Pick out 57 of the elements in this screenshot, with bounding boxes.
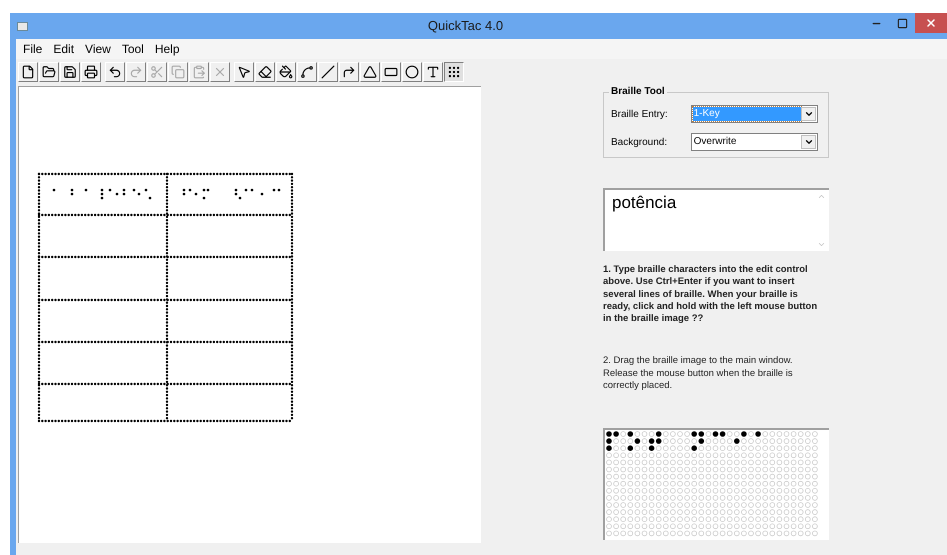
- eraser-tool-button[interactable]: [255, 62, 275, 82]
- braille-dots-icon: [447, 64, 461, 78]
- pointer-icon: [237, 64, 251, 78]
- caret-icon: [804, 109, 814, 119]
- maximize-icon: [896, 18, 908, 28]
- menu-item[interactable]: File: [18, 40, 48, 58]
- instruction-text: 2. Drag the braille image to the main window. Release the mouse button when the braille is correctly placed.: [603, 355, 794, 392]
- dropdown[interactable]: Overwrite: [690, 133, 818, 151]
- triangle-icon: [363, 64, 377, 78]
- scissors-icon: [150, 64, 164, 78]
- undo-icon: [108, 64, 122, 78]
- line-icon: [321, 64, 335, 78]
- close-button[interactable]: [915, 13, 947, 33]
- copy-icon: [171, 64, 185, 78]
- menu-item[interactable]: Help: [150, 40, 185, 58]
- print-tool-button[interactable]: [81, 62, 101, 82]
- field-label: Background:: [611, 136, 668, 150]
- letter-t-icon: [426, 64, 440, 78]
- menu-item[interactable]: Tool: [116, 40, 149, 58]
- redo-icon: [129, 64, 143, 78]
- circle-icon: [405, 64, 419, 78]
- curve-icon: [300, 64, 314, 78]
- instruction-text: 1. Type braille characters into the edit control above. Use Ctrl+Enter if you want to insert several lines of braille. When your braille is ready, click and hold with the left mouse button in the braille image ??: [603, 264, 818, 326]
- triangle-tool-button[interactable]: [360, 62, 380, 82]
- braille-tool-button[interactable]: [444, 62, 464, 82]
- arc-tool-button[interactable]: [339, 62, 359, 82]
- folder-icon: [42, 64, 56, 78]
- select-tool-button[interactable]: [234, 62, 254, 82]
- open-tool-button[interactable]: [39, 62, 59, 82]
- dropdown-arrow-button[interactable]: [801, 107, 816, 121]
- undo-tool-button[interactable]: [105, 62, 125, 82]
- new-file-tool-button[interactable]: [18, 62, 38, 82]
- text-tool-button[interactable]: [423, 62, 443, 82]
- eraser-icon: [258, 64, 272, 78]
- page-icon: [21, 64, 35, 78]
- dropdown-arrow-button[interactable]: [801, 135, 816, 149]
- menu-item[interactable]: View: [80, 40, 116, 58]
- clipboard-icon: [192, 64, 206, 78]
- caret-icon: [804, 137, 814, 147]
- menu-item[interactable]: Edit: [48, 40, 80, 58]
- app-icon: [17, 22, 28, 30]
- printer-icon: [84, 64, 98, 78]
- fill-tool-button[interactable]: [276, 62, 296, 82]
- edit-box-text: potência: [611, 192, 678, 214]
- paint-bucket-icon: [279, 64, 293, 78]
- drawing-canvas[interactable]: [18, 86, 481, 543]
- dropdown-value: 1-Key: [692, 107, 801, 121]
- window-title: QuickTac 4.0: [428, 17, 504, 36]
- save-tool-button[interactable]: [60, 62, 80, 82]
- dropdown-value: Overwrite: [692, 135, 738, 149]
- field-label: Braille Entry:: [611, 108, 669, 122]
- rectangle-tool-button[interactable]: [381, 62, 401, 82]
- ellipse-tool-button[interactable]: [402, 62, 422, 82]
- arc-icon: [342, 64, 356, 78]
- freehand-tool-button[interactable]: [297, 62, 317, 82]
- close-icon: [925, 17, 937, 29]
- line-tool-button[interactable]: [318, 62, 338, 82]
